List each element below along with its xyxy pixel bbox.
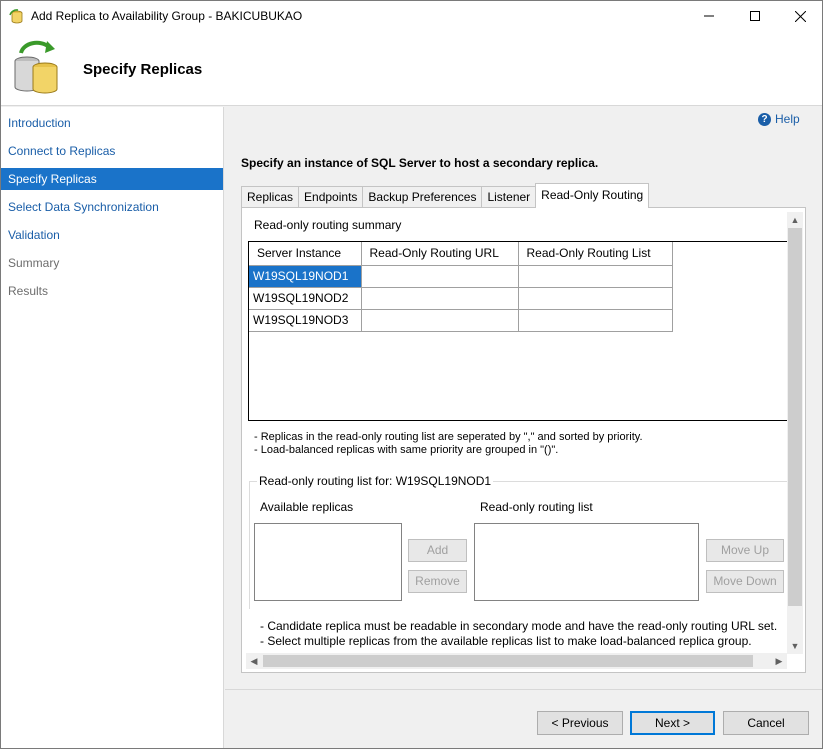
routing-list-cell[interactable] [517, 308, 673, 332]
minimize-button[interactable] [686, 1, 732, 31]
server-instance-cell[interactable]: W19SQL19NOD1 [249, 264, 362, 288]
remove-button[interactable]: Remove [408, 570, 467, 593]
tab-read-only-routing[interactable]: Read-Only Routing [535, 183, 650, 208]
routing-note-multiselect: - Select multiple replicas from the avai… [260, 634, 752, 648]
instruction-text: Specify an instance of SQL Server to hos… [241, 156, 599, 170]
column-header-routing-url[interactable]: Read-Only Routing URL [360, 242, 519, 266]
title-bar: Add Replica to Availability Group - BAKI… [1, 1, 822, 31]
horizontal-scroll-thumb[interactable] [263, 655, 753, 667]
move-up-button[interactable]: Move Up [706, 539, 784, 562]
routing-note-grouping: - Load-balanced replicas with same prior… [254, 444, 559, 456]
routing-list-cell[interactable] [517, 286, 673, 310]
cancel-button[interactable]: Cancel [723, 711, 809, 735]
vertical-scroll-thumb[interactable] [788, 228, 802, 606]
minimize-icon [704, 15, 714, 17]
nav-item-validation[interactable]: Validation [1, 224, 223, 246]
wizard-nav: Introduction Connect to Replicas Specify… [1, 107, 224, 748]
close-button[interactable] [777, 1, 823, 31]
scroll-up-arrow-icon[interactable]: ▲ [787, 212, 803, 228]
server-instance-cell[interactable]: W19SQL19NOD2 [249, 286, 362, 310]
help-label: Help [775, 112, 800, 126]
tab-endpoints[interactable]: Endpoints [298, 186, 364, 208]
nav-item-summary: Summary [8, 256, 60, 270]
nav-item-specify-replicas[interactable]: Specify Replicas [1, 168, 223, 190]
server-instance-cell[interactable]: W19SQL19NOD3 [249, 308, 362, 332]
maximize-button[interactable] [732, 1, 778, 31]
previous-button[interactable]: < Previous [537, 711, 623, 735]
tab-listener[interactable]: Listener [481, 186, 537, 208]
routing-list-cell[interactable] [517, 264, 673, 288]
nav-item-results: Results [8, 284, 49, 298]
nav-item-select-data-synchronization[interactable]: Select Data Synchronization [1, 196, 223, 218]
routing-url-cell[interactable] [360, 264, 519, 288]
tab-strip: Replicas Endpoints Backup Preferences Li… [241, 183, 650, 208]
horizontal-scrollbar[interactable]: ◀ ▶ [246, 653, 787, 669]
available-replicas-label: Available replicas [260, 500, 354, 514]
routing-list-label: Read-only routing list [480, 500, 593, 514]
window-title: Add Replica to Availability Group - BAKI… [31, 9, 303, 23]
routing-note-candidate: - Candidate replica must be readable in … [260, 619, 778, 633]
add-button[interactable]: Add [408, 539, 467, 562]
available-replicas-list[interactable] [254, 523, 402, 601]
database-replica-icon [13, 39, 63, 97]
table-row[interactable]: W19SQL19NOD3 [249, 308, 673, 332]
scroll-down-arrow-icon[interactable]: ▼ [787, 638, 803, 654]
column-header-routing-list[interactable]: Read-Only Routing List [517, 242, 673, 266]
column-header-server-instance[interactable]: Server Instance [249, 242, 362, 266]
footer-divider [225, 689, 822, 690]
help-icon: ? [758, 112, 771, 126]
vertical-scrollbar[interactable]: ▲ ▼ [787, 212, 803, 654]
tab-backup-preferences[interactable]: Backup Preferences [362, 186, 483, 208]
next-button[interactable]: Next > [630, 711, 715, 735]
table-row[interactable]: W19SQL19NOD1 [249, 264, 673, 288]
routing-summary-grid: Server Instance Read-Only Routing URL Re… [248, 241, 788, 421]
scroll-right-arrow-icon[interactable]: ▶ [771, 653, 787, 669]
tab-replicas[interactable]: Replicas [241, 186, 300, 208]
scroll-left-arrow-icon[interactable]: ◀ [246, 653, 262, 669]
wizard-header: Specify Replicas [1, 31, 822, 106]
nav-item-connect-to-replicas[interactable]: Connect to Replicas [1, 140, 223, 162]
table-row[interactable]: W19SQL19NOD2 [249, 286, 673, 310]
nav-item-introduction[interactable]: Introduction [1, 112, 223, 134]
routing-list-for-label: Read-only routing list for: W19SQL19NOD1 [257, 474, 494, 488]
maximize-icon [750, 11, 760, 21]
close-icon [794, 10, 806, 22]
page-title: Specify Replicas [83, 61, 203, 78]
help-link[interactable]: ? Help [758, 112, 800, 126]
database-icon [9, 9, 25, 25]
routing-url-cell[interactable] [360, 308, 519, 332]
routing-note-separator: - Replicas in the read-only routing list… [254, 431, 643, 443]
dialog-window: Add Replica to Availability Group - BAKI… [0, 0, 823, 749]
routing-list-box[interactable] [474, 523, 699, 601]
routing-url-cell[interactable] [360, 286, 519, 310]
move-down-button[interactable]: Move Down [706, 570, 784, 593]
routing-summary-label: Read-only routing summary [254, 218, 402, 232]
